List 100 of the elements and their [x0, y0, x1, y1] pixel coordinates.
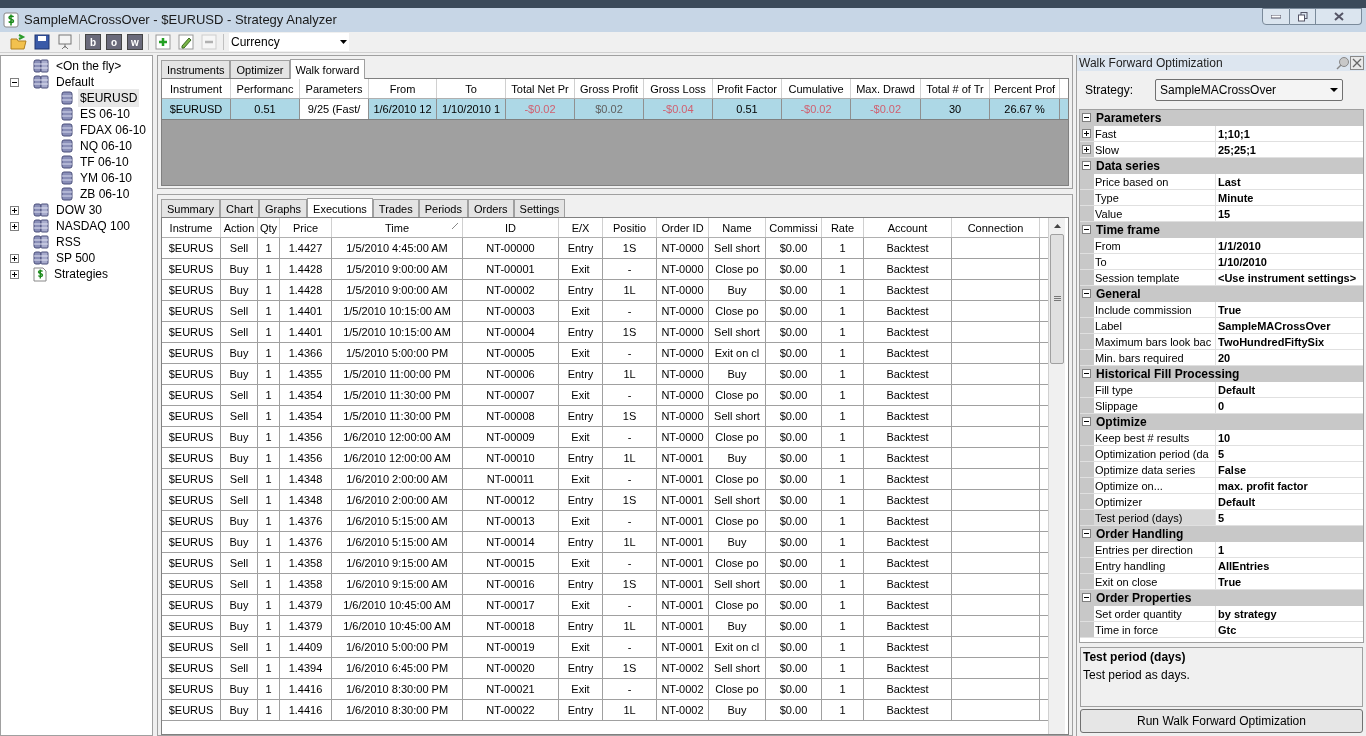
property-value[interactable]: 1 — [1216, 542, 1363, 557]
tab[interactable]: Executions — [307, 198, 373, 218]
collapse-icon[interactable] — [1082, 417, 1091, 426]
tab[interactable]: Instruments — [161, 60, 231, 78]
property-value[interactable]: False — [1216, 462, 1363, 477]
collapse-icon[interactable] — [1082, 369, 1091, 378]
property-name[interactable]: Value — [1094, 206, 1216, 221]
property-value[interactable]: SampleMACrossOver — [1216, 318, 1363, 333]
property-value[interactable]: 10 — [1216, 430, 1363, 445]
tab[interactable]: Settings — [513, 199, 566, 217]
restore-button[interactable] — [1290, 8, 1316, 25]
column-header[interactable]: Performanc — [231, 79, 300, 98]
tree-item[interactable]: RSS — [54, 233, 83, 251]
column-header[interactable]: Cumulative — [782, 79, 851, 98]
property-name[interactable]: Optimization period (da — [1094, 446, 1216, 461]
pencil-icon[interactable] — [177, 33, 195, 51]
column-header[interactable]: Max. Drawd — [851, 79, 921, 98]
property-name[interactable]: Keep best # results — [1094, 430, 1216, 445]
property-value[interactable]: 25;25;1 — [1216, 142, 1363, 157]
property-name[interactable]: Optimizer — [1094, 494, 1216, 509]
letter-toolbar-button[interactable]: w — [127, 34, 143, 50]
column-header[interactable]: Time — [332, 218, 463, 237]
property-value[interactable]: Gtc — [1216, 622, 1363, 637]
property-name[interactable]: Entries per direction — [1094, 542, 1216, 557]
tree-item[interactable]: SP 500 — [54, 249, 98, 267]
tree-item[interactable]: Strategies — [52, 265, 111, 283]
property-value[interactable]: 15 — [1216, 206, 1363, 221]
close-button[interactable] — [1316, 8, 1362, 25]
property-name[interactable]: Slow — [1094, 142, 1216, 157]
property-value[interactable]: <Use instrument settings> — [1216, 270, 1363, 285]
property-name[interactable]: Session template — [1094, 270, 1216, 285]
tab[interactable]: Chart — [220, 199, 259, 217]
column-header[interactable]: Instrume — [162, 218, 221, 237]
tree-item[interactable]: $EURUSD — [78, 89, 140, 107]
property-value[interactable]: 20 — [1216, 350, 1363, 365]
property-value[interactable]: 0 — [1216, 398, 1363, 413]
add-icon[interactable] — [154, 33, 172, 51]
tree-item[interactable]: NQ 06-10 — [78, 137, 135, 155]
expand-icon[interactable] — [10, 205, 19, 215]
tree-item[interactable]: YM 06-10 — [78, 169, 135, 187]
tab[interactable]: Orders — [468, 199, 514, 217]
property-value[interactable]: AllEntries — [1216, 558, 1363, 573]
column-header[interactable]: Instrument — [162, 79, 231, 98]
column-header[interactable]: Qty — [258, 218, 280, 237]
property-value[interactable]: Minute — [1216, 190, 1363, 205]
close-icon[interactable] — [1350, 56, 1364, 70]
property-value[interactable]: 1/1/2010 — [1216, 238, 1363, 253]
tree-item[interactable]: ZB 06-10 — [78, 185, 132, 203]
tree-item[interactable]: ES 06-10 — [78, 105, 133, 123]
column-header[interactable]: Profit Factor — [713, 79, 782, 98]
property-name[interactable]: Min. bars required — [1094, 350, 1216, 365]
tab[interactable]: Optimizer — [230, 60, 290, 78]
tree-item[interactable]: DOW 30 — [54, 201, 104, 219]
property-name[interactable]: Fill type — [1094, 382, 1216, 397]
column-header[interactable]: ID — [463, 218, 559, 237]
tab[interactable]: Trades — [372, 199, 419, 217]
collapse-icon[interactable] — [1082, 289, 1091, 298]
expand-icon[interactable] — [10, 269, 19, 279]
run-button[interactable]: Run Walk Forward Optimization — [1080, 709, 1363, 733]
property-name[interactable]: Price based on — [1094, 174, 1216, 189]
collapse-icon[interactable] — [1082, 113, 1091, 122]
property-name[interactable]: Test period (days) — [1094, 510, 1216, 525]
column-header[interactable]: To — [437, 79, 506, 98]
tab[interactable]: Periods — [418, 199, 468, 217]
column-header[interactable]: E/X — [559, 218, 603, 237]
column-header[interactable]: From — [369, 79, 437, 98]
collapse-icon[interactable] — [1082, 529, 1091, 538]
column-header[interactable]: Parameters — [300, 79, 369, 98]
property-value[interactable]: max. profit factor — [1216, 478, 1363, 493]
property-name[interactable]: To — [1094, 254, 1216, 269]
column-header[interactable]: Positio — [603, 218, 657, 237]
collapse-icon[interactable] — [1082, 225, 1091, 234]
property-value[interactable]: Last — [1216, 174, 1363, 189]
vertical-scrollbar[interactable] — [1048, 218, 1065, 734]
property-value[interactable]: 5 — [1216, 446, 1363, 461]
property-value[interactable]: Default — [1216, 494, 1363, 509]
column-header[interactable]: Total # of Tr — [921, 79, 990, 98]
expand-icon[interactable] — [10, 253, 19, 263]
property-name[interactable]: Optimize on... — [1094, 478, 1216, 493]
tree-item[interactable]: Default — [54, 73, 97, 91]
tab[interactable]: Summary — [161, 199, 221, 217]
property-name[interactable]: Label — [1094, 318, 1216, 333]
column-header[interactable]: Gross Profit — [575, 79, 644, 98]
tab[interactable]: Walk forward — [289, 59, 366, 79]
property-name[interactable]: Entry handling — [1094, 558, 1216, 573]
property-value[interactable]: 5 — [1216, 510, 1363, 525]
save-icon[interactable] — [33, 33, 51, 51]
column-header[interactable]: Connection — [952, 218, 1040, 237]
property-name[interactable]: Fast — [1094, 126, 1216, 141]
presentation-icon[interactable] — [56, 33, 74, 51]
property-name[interactable]: Exit on close — [1094, 574, 1216, 589]
column-header[interactable]: Gross Loss — [644, 79, 713, 98]
tree-item[interactable]: FDAX 06-10 — [78, 121, 149, 139]
property-value[interactable]: TwoHundredFiftySix — [1216, 334, 1363, 349]
property-name[interactable]: Slippage — [1094, 398, 1216, 413]
tree-item[interactable]: TF 06-10 — [78, 153, 131, 171]
property-name[interactable]: From — [1094, 238, 1216, 253]
collapse-icon[interactable] — [10, 77, 19, 87]
expand-icon[interactable] — [10, 221, 19, 231]
letter-toolbar-button[interactable]: o — [106, 34, 122, 50]
